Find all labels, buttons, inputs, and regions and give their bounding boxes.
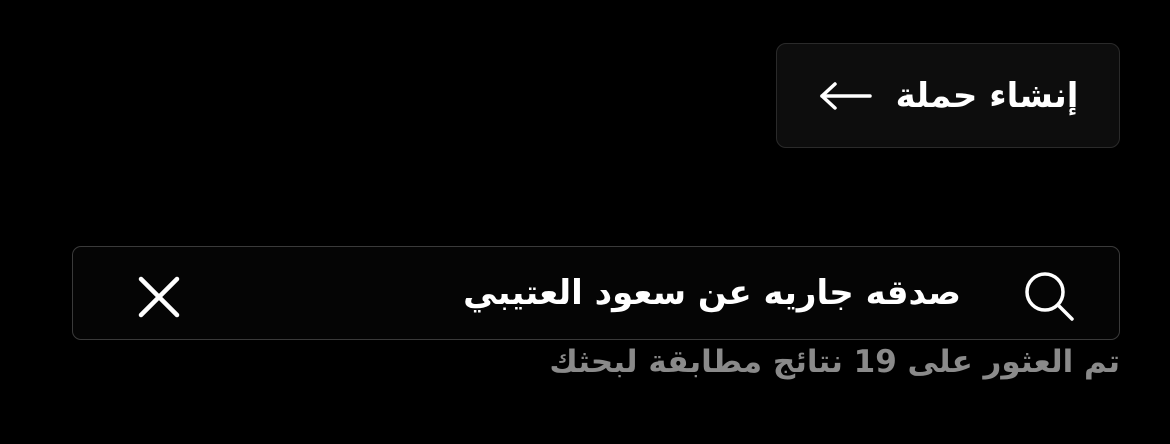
- create-campaign-button[interactable]: إنشاء حملة: [776, 43, 1120, 148]
- close-icon[interactable]: [137, 275, 181, 319]
- create-campaign-label: إنشاء حملة: [895, 75, 1079, 116]
- search-bar[interactable]: [72, 246, 1120, 340]
- search-results-count: تم العثور على 19 نتائج مطابقة لبحثك: [549, 344, 1120, 380]
- arrow-left-icon: [819, 81, 872, 110]
- search-input[interactable]: [401, 257, 961, 329]
- search-icon[interactable]: [1023, 270, 1075, 322]
